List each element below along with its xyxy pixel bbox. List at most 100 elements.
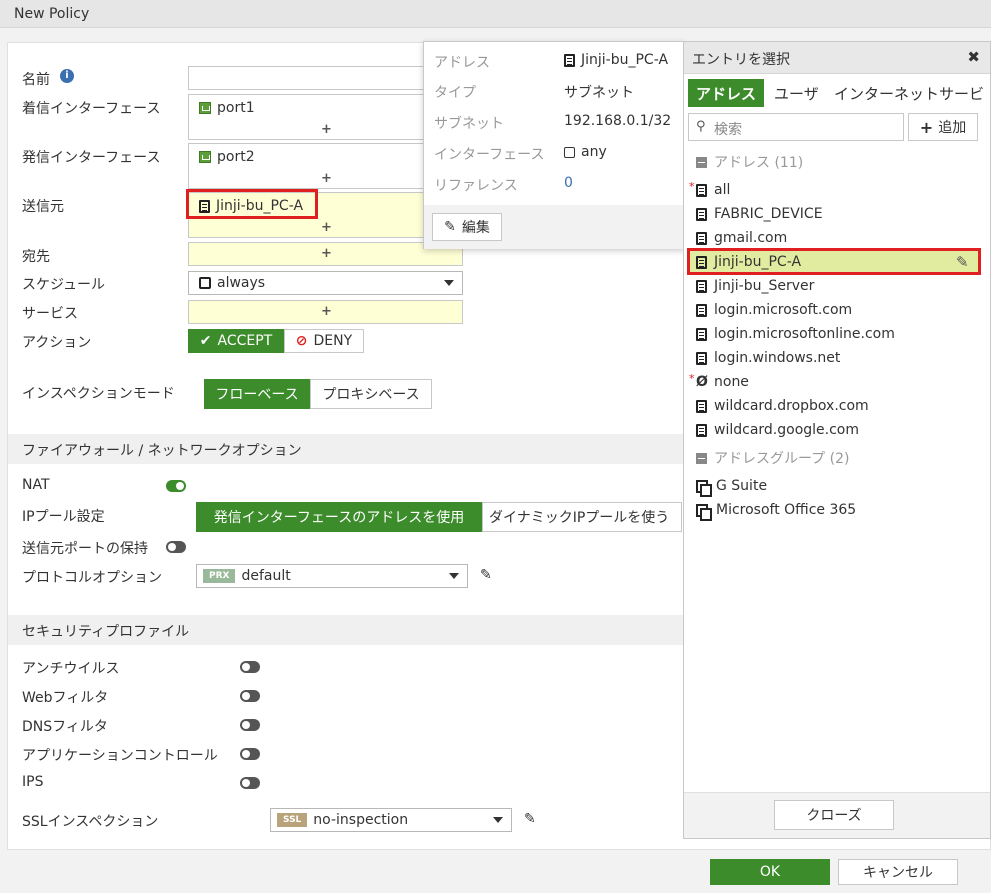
proxy-based-button[interactable]: プロキシベース	[310, 379, 432, 409]
protocol-options-label: プロトコルオプション	[22, 570, 162, 586]
add-incoming-button[interactable]: +	[321, 122, 332, 137]
action-label: アクション	[22, 335, 92, 351]
entry-label: wildcard.google.com	[714, 422, 859, 438]
ippool-label: IPプール設定	[22, 509, 105, 525]
address-group-group-header[interactable]: アドレスグループ (2)	[696, 448, 849, 468]
webfilter-toggle[interactable]	[240, 690, 260, 702]
service-field[interactable]: +	[188, 300, 463, 324]
address-entry-login-microsoft[interactable]: login.microsoft.com	[696, 302, 852, 318]
ok-button[interactable]: OK	[710, 859, 830, 885]
destination-field[interactable]: +	[188, 242, 463, 266]
address-group-icon	[696, 503, 712, 521]
plus-icon: +	[919, 117, 934, 137]
popup-footer: ✎ 編集	[424, 205, 684, 249]
pencil-icon: ✎	[444, 219, 456, 235]
tab-user[interactable]: ユーザ	[766, 79, 827, 107]
close-icon[interactable]: ✖	[967, 48, 980, 66]
entry-label: login.windows.net	[714, 350, 841, 366]
nat-toggle[interactable]	[166, 480, 186, 492]
address-icon	[696, 423, 707, 437]
add-entry-button[interactable]: + 追加	[908, 113, 978, 141]
address-details-popup: アドレス Jinji-bu_PC-A タイプ サブネット サブネット 192.1…	[423, 41, 685, 249]
entry-label: gmail.com	[714, 230, 788, 246]
dnsfilter-toggle[interactable]	[240, 719, 260, 731]
prx-badge: PRX	[203, 569, 236, 583]
popup-subnet-key: サブネット	[434, 116, 504, 132]
incoming-interface-field[interactable]: port1 +	[188, 94, 428, 140]
group-entry-gsuite[interactable]: G Suite	[696, 478, 768, 497]
window-title: New Policy	[14, 6, 90, 22]
address-entry-login-microsoftonline[interactable]: login.microsoftonline.com	[696, 326, 895, 342]
group-entry-office365[interactable]: Microsoft Office 365	[696, 502, 856, 521]
window-titlebar: New Policy	[0, 0, 991, 28]
address-entry-login-windows[interactable]: login.windows.net	[696, 350, 840, 366]
address-entry-gmail[interactable]: gmail.com	[696, 230, 787, 246]
none-icon: Ø	[696, 374, 708, 390]
add-source-button[interactable]: +	[321, 220, 332, 235]
add-outgoing-button[interactable]: +	[321, 171, 332, 186]
address-entry-jinji-server[interactable]: Jinji-bu_Server	[696, 278, 814, 294]
collapse-icon	[696, 156, 707, 168]
ssl-inspection-select[interactable]: SSL no-inspection	[270, 808, 512, 832]
tab-internet-service[interactable]: インターネットサービ	[826, 79, 990, 107]
entry-label: Jinji-bu_PC-A	[714, 254, 802, 270]
popup-type-key: タイプ	[434, 85, 476, 101]
entry-label: none	[714, 374, 749, 390]
accept-button[interactable]: ✔ ACCEPT	[188, 329, 284, 353]
deny-icon: ⊘	[295, 333, 308, 349]
address-entry-wildcard-google[interactable]: wildcard.google.com	[696, 422, 859, 438]
popup-address-text: Jinji-bu_PC-A	[581, 52, 669, 68]
address-entry-fabric-device[interactable]: FABRIC_DEVICE	[696, 206, 823, 222]
popup-reference-key: リファレンス	[434, 178, 518, 194]
search-input[interactable]: ⚲ 検索	[688, 113, 904, 141]
inspection-mode-label: インスペクションモード	[22, 386, 175, 402]
interface-any-icon	[564, 146, 575, 158]
address-group-header[interactable]: アドレス (11)	[696, 152, 803, 172]
address-entry-all[interactable]: * all	[689, 180, 731, 198]
required-star: *	[689, 372, 695, 385]
select-entries-panel: エントリを選択 ✖ アドレス ユーザ インターネットサービ ⚲ 検索 + 追加 …	[683, 41, 991, 839]
appcontrol-label: アプリケーションコントロール	[22, 748, 218, 764]
ippool-outgoing-button[interactable]: 発信インターフェースのアドレスを使用	[196, 502, 482, 532]
name-input[interactable]	[188, 66, 428, 90]
address-icon	[564, 53, 575, 67]
incoming-interface-entry[interactable]: port1	[199, 100, 255, 116]
security-section-title: セキュリティプロファイル	[22, 624, 190, 640]
ips-toggle[interactable]	[240, 777, 260, 789]
address-entry-jinji-pc-a[interactable]: Jinji-bu_PC-A	[696, 254, 801, 270]
entry-label: all	[714, 182, 731, 198]
edit-protocol-pencil-icon[interactable]: ✎	[480, 567, 492, 583]
deny-button[interactable]: ⊘ DENY	[284, 329, 364, 353]
edit-entry-pencil-icon[interactable]: ✎	[956, 253, 969, 271]
info-icon[interactable]: i	[60, 69, 74, 83]
address-icon	[696, 207, 707, 221]
ippool-dynamic-button[interactable]: ダイナミックIPプールを使う	[482, 502, 682, 532]
antivirus-toggle[interactable]	[240, 661, 260, 673]
protocol-options-select[interactable]: PRX default	[196, 564, 468, 588]
add-service-button[interactable]: +	[321, 304, 332, 319]
add-destination-button[interactable]: +	[321, 246, 332, 261]
panel-header: エントリを選択 ✖	[684, 42, 990, 74]
preserve-port-label: 送信元ポートの保持	[22, 541, 148, 557]
address-icon	[696, 279, 707, 293]
flow-based-button[interactable]: フローベース	[204, 379, 310, 409]
popup-reference-value[interactable]: 0	[564, 175, 573, 191]
popup-edit-button[interactable]: ✎ 編集	[432, 213, 502, 241]
panel-close-button[interactable]: クローズ	[774, 800, 894, 830]
entry-label: G Suite	[716, 478, 768, 494]
incoming-interface-label: 着信インターフェース	[22, 101, 161, 117]
outgoing-interface-field[interactable]: port2 +	[188, 143, 428, 189]
address-icon	[696, 303, 707, 317]
collapse-icon	[696, 452, 707, 464]
schedule-select[interactable]: always	[188, 271, 463, 295]
tab-address[interactable]: アドレス	[688, 79, 765, 107]
outgoing-interface-entry[interactable]: port2	[199, 149, 255, 165]
edit-ssl-pencil-icon[interactable]: ✎	[524, 811, 536, 827]
appcontrol-toggle[interactable]	[240, 748, 260, 760]
address-group-title: アドレス (11)	[714, 155, 804, 171]
address-entry-none[interactable]: * Ønone	[689, 372, 749, 390]
ssl-badge: SSL	[277, 813, 308, 827]
cancel-button[interactable]: キャンセル	[838, 859, 958, 885]
preserve-port-toggle[interactable]	[166, 541, 186, 553]
address-entry-wildcard-dropbox[interactable]: wildcard.dropbox.com	[696, 398, 869, 414]
